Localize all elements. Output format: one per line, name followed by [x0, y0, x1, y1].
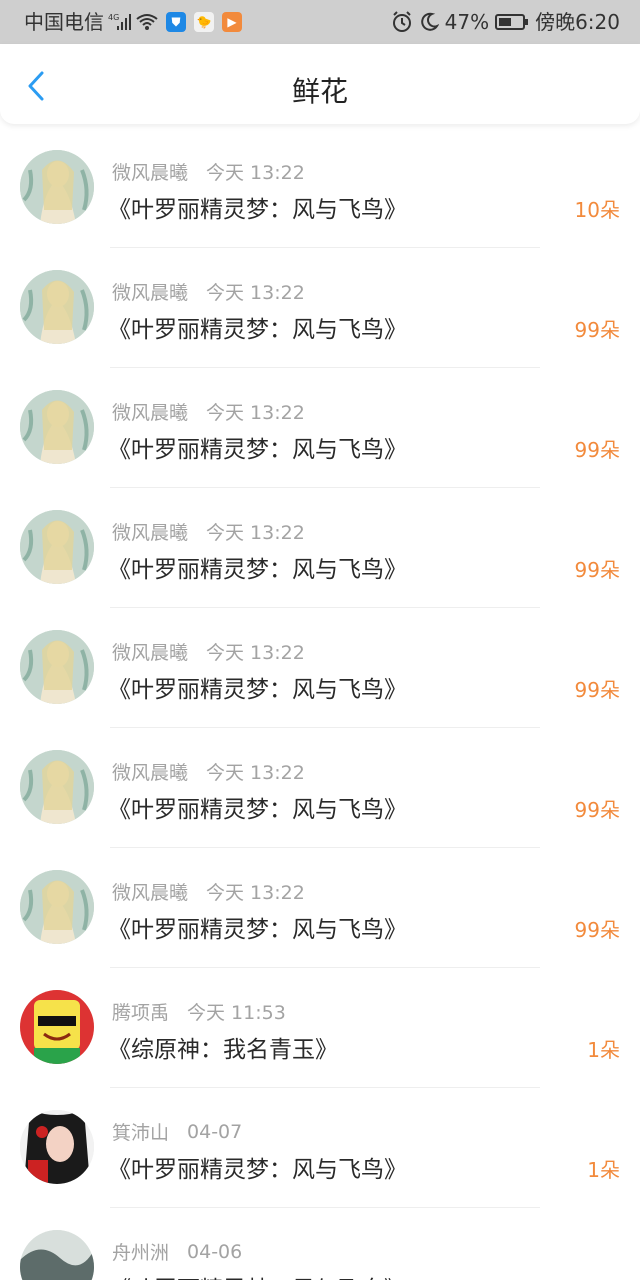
- avatar[interactable]: [20, 510, 94, 584]
- item-meta: 微风晨曦 今天 13:22: [112, 278, 305, 305]
- list-item[interactable]: 箕沛山 04-07 《叶罗丽精灵梦：风与飞鸟》 1朵: [0, 1088, 640, 1208]
- battery-icon: [495, 9, 529, 35]
- book-title: 《叶罗丽精灵梦：风与飞鸟》: [108, 1157, 407, 1183]
- timestamp: 今天 13:22: [206, 762, 305, 784]
- book-title: 《叶罗丽精灵梦：风与飞鸟》: [108, 317, 407, 343]
- timestamp: 今天 13:22: [206, 162, 305, 184]
- list-item[interactable]: 微风晨曦 今天 13:22 《叶罗丽精灵梦：风与飞鸟》 99朵: [0, 488, 640, 608]
- item-meta: 微风晨曦 今天 13:22: [112, 758, 305, 785]
- user-name: 箕沛山: [112, 1122, 170, 1144]
- battery-percent: 47%: [444, 10, 490, 34]
- flower-count: 99朵: [574, 798, 620, 822]
- svg-text:4G: 4G: [108, 13, 119, 22]
- avatar[interactable]: [20, 1110, 94, 1184]
- list-item[interactable]: 微风晨曦 今天 13:22 《叶罗丽精灵梦：风与飞鸟》 99朵: [0, 248, 640, 368]
- alarm-icon: [391, 9, 413, 35]
- user-name: 舟州洲: [112, 1242, 170, 1264]
- item-meta: 腾项禹 今天 11:53: [112, 998, 286, 1025]
- status-left: 中国电信 4G ⛊ 🐤 ▶: [24, 9, 242, 35]
- timestamp: 今天 11:53: [187, 1002, 286, 1024]
- moon-icon: [419, 9, 439, 35]
- play-app-icon: ▶: [222, 12, 242, 32]
- status-right: 47% 傍晚6:20: [391, 9, 620, 35]
- list-item[interactable]: 微风晨曦 今天 13:22 《叶罗丽精灵梦：风与飞鸟》 99朵: [0, 608, 640, 728]
- timestamp: 04-07: [187, 1120, 243, 1143]
- timestamp: 今天 13:22: [206, 642, 305, 664]
- flower-count: 1朵: [587, 1038, 620, 1062]
- book-title: 《叶罗丽精灵梦：风与飞鸟》: [108, 917, 407, 943]
- book-title: 《叶罗丽精灵梦：风与飞鸟》: [108, 197, 407, 223]
- flower-count: 99朵: [574, 918, 620, 942]
- item-meta: 微风晨曦 今天 13:22: [112, 878, 305, 905]
- timestamp: 04-06: [187, 1240, 243, 1263]
- flower-count: 99朵: [574, 678, 620, 702]
- shield-app-icon: ⛊: [166, 12, 186, 32]
- list-item[interactable]: 微风晨曦 今天 13:22 《叶罗丽精灵梦：风与飞鸟》 99朵: [0, 728, 640, 848]
- avatar[interactable]: [20, 270, 94, 344]
- avatar[interactable]: [20, 1230, 94, 1280]
- avatar[interactable]: [20, 150, 94, 224]
- book-title: 《叶罗丽精灵梦：风与飞鸟》: [108, 677, 407, 703]
- flower-count: 99朵: [574, 558, 620, 582]
- avatar[interactable]: [20, 990, 94, 1064]
- user-name: 腾项禹: [112, 1002, 170, 1024]
- nav-bar: 鲜花: [0, 44, 640, 124]
- book-title: 《综原神：我名青玉》: [108, 1037, 338, 1063]
- avatar[interactable]: [20, 630, 94, 704]
- page-title: 鲜花: [291, 75, 348, 108]
- status-bar: 中国电信 4G ⛊ 🐤 ▶ 47% 傍晚6:20: [0, 0, 640, 44]
- flower-list: 微风晨曦 今天 13:22 《叶罗丽精灵梦：风与飞鸟》 10朵 微风晨曦 今天 13:22…: [0, 128, 640, 1280]
- list-item[interactable]: 腾项禹 今天 11:53 《综原神：我名青玉》 1朵: [0, 968, 640, 1088]
- bird-app-icon: 🐤: [194, 12, 214, 32]
- user-name: 微风晨曦: [112, 882, 189, 904]
- item-meta: 箕沛山 04-07: [112, 1118, 242, 1145]
- signal-icon: 4G: [108, 9, 132, 35]
- item-meta: 微风晨曦 今天 13:22: [112, 638, 305, 665]
- book-title: 《叶罗丽精灵梦：风与飞鸟》: [108, 797, 407, 823]
- book-title: 《叶罗丽精灵梦：风与飞鸟》: [108, 437, 407, 463]
- timestamp: 今天 13:22: [206, 402, 305, 424]
- timestamp: 今天 13:22: [206, 282, 305, 304]
- flower-count: 10朵: [574, 198, 620, 222]
- user-name: 微风晨曦: [112, 162, 189, 184]
- book-title: 《叶罗丽精灵梦：风与飞鸟》: [108, 557, 407, 583]
- timestamp: 今天 13:22: [206, 882, 305, 904]
- flower-count: 1朵: [587, 1158, 620, 1182]
- wifi-icon: [136, 9, 158, 35]
- item-meta: 微风晨曦 今天 13:22: [112, 158, 305, 185]
- item-meta: 微风晨曦 今天 13:22: [112, 398, 305, 425]
- item-meta: 微风晨曦 今天 13:22: [112, 518, 305, 545]
- user-name: 微风晨曦: [112, 642, 189, 664]
- avatar[interactable]: [20, 390, 94, 464]
- flower-count: 99朵: [574, 438, 620, 462]
- clock: 傍晚6:20: [535, 10, 620, 34]
- list-item[interactable]: 微风晨曦 今天 13:22 《叶罗丽精灵梦：风与飞鸟》 99朵: [0, 368, 640, 488]
- user-name: 微风晨曦: [112, 522, 189, 544]
- flower-count: 99朵: [574, 318, 620, 342]
- list-item[interactable]: 微风晨曦 今天 13:22 《叶罗丽精灵梦：风与飞鸟》 99朵: [0, 848, 640, 968]
- timestamp: 今天 13:22: [206, 522, 305, 544]
- list-item[interactable]: 微风晨曦 今天 13:22 《叶罗丽精灵梦：风与飞鸟》 10朵: [0, 128, 640, 248]
- user-name: 微风晨曦: [112, 402, 189, 424]
- flower-count: 10朵: [575, 1274, 620, 1280]
- carrier-label: 中国电信: [24, 10, 104, 34]
- avatar[interactable]: [20, 750, 94, 824]
- avatar[interactable]: [20, 870, 94, 944]
- item-meta: 舟州洲 04-06: [112, 1238, 242, 1265]
- book-title: 《叶罗丽精灵梦：风与飞鸟》: [108, 1270, 407, 1280]
- user-name: 微风晨曦: [112, 282, 189, 304]
- list-item[interactable]: 舟州洲 04-06 《叶罗丽精灵梦：风与飞鸟》 10朵: [0, 1208, 640, 1280]
- user-name: 微风晨曦: [112, 762, 189, 784]
